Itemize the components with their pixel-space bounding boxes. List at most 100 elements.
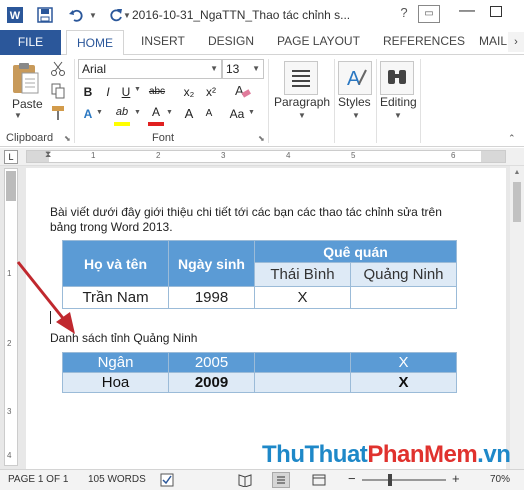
ruler-row: L ⧗ 1 2 3 4 5 6	[0, 148, 524, 166]
vertical-ruler-number: 2	[7, 339, 12, 348]
tab-home[interactable]: HOME	[66, 30, 124, 56]
clear-formatting-icon[interactable]: A	[232, 81, 252, 101]
scroll-thumb[interactable]	[513, 182, 521, 222]
zoom-slider-thumb[interactable]	[388, 474, 392, 486]
header-dob[interactable]: Ngày sinh	[168, 240, 255, 287]
horizontal-ruler[interactable]: ⧗ 1 2 3 4 5 6	[26, 149, 506, 163]
text-effects-dropdown-icon[interactable]: ▼	[96, 109, 103, 116]
binoculars-icon[interactable]	[380, 61, 414, 95]
header-hometown[interactable]: Quê quán	[254, 240, 457, 263]
chevron-down-icon[interactable]: ▼	[252, 60, 260, 78]
tab-scroll-right-icon[interactable]: ›	[508, 32, 524, 52]
cut-icon[interactable]	[50, 61, 66, 77]
help-button[interactable]: ?	[394, 5, 414, 23]
zoom-level[interactable]: 70%	[490, 474, 510, 485]
strikethrough-button[interactable]: abc	[146, 83, 168, 101]
tab-file[interactable]: FILE	[0, 30, 61, 55]
italic-button[interactable]: I	[100, 83, 116, 101]
document-page[interactable]: Bài viết dưới đây giới thiệu chi tiết tớ…	[26, 168, 506, 469]
clipboard-launcher-icon[interactable]: ⬊	[64, 134, 73, 143]
quang-ninh-table[interactable]: Ngân 2005 X Hoa 2009 X	[62, 352, 457, 393]
header-quang-ninh[interactable]: Quảng Ninh	[350, 262, 457, 287]
word-count[interactable]: 105 WORDS	[88, 474, 146, 485]
table-cell[interactable]: 2005	[168, 352, 255, 373]
print-layout-icon[interactable]	[272, 472, 290, 488]
zoom-out-button[interactable]: −	[348, 471, 356, 486]
table-cell[interactable]: 1998	[168, 286, 255, 309]
font-color-swatch	[148, 122, 164, 126]
editing-button[interactable]: Editing	[380, 95, 417, 109]
grow-font-button[interactable]: A	[180, 105, 198, 123]
styles-icon[interactable]: A	[338, 61, 372, 95]
save-icon[interactable]	[34, 5, 56, 25]
bold-button[interactable]: B	[80, 83, 96, 101]
highlight-dropdown-icon[interactable]: ▼	[134, 109, 141, 116]
tab-selector-icon[interactable]: L	[4, 150, 18, 164]
info-table[interactable]: Họ và tên Ngày sinh Quê quán Thái Bình Q…	[62, 240, 457, 309]
table-cell[interactable]: Trần Nam	[62, 286, 169, 309]
read-mode-icon[interactable]	[238, 473, 252, 488]
word-app-icon[interactable]: W	[4, 5, 26, 25]
page-count[interactable]: PAGE 1 OF 1	[8, 474, 68, 485]
font-color-button[interactable]: A	[148, 103, 164, 121]
chevron-down-icon[interactable]: ▼	[210, 60, 218, 78]
tab-page-layout[interactable]: PAGE LAYOUT	[277, 34, 360, 48]
indent-marker-icon[interactable]: ⧗	[45, 149, 51, 160]
change-case-button[interactable]: Aa	[226, 105, 248, 123]
change-case-dropdown-icon[interactable]: ▼	[248, 109, 255, 116]
minimize-button[interactable]: —	[452, 2, 482, 24]
customize-qat-icon[interactable]: ▼	[122, 5, 132, 25]
paste-button[interactable]: Paste	[12, 97, 43, 111]
web-layout-icon[interactable]	[312, 473, 326, 487]
highlight-button[interactable]: ab	[112, 103, 132, 121]
styles-button[interactable]: Styles	[338, 95, 371, 109]
vertical-scrollbar[interactable]: ▲	[510, 166, 524, 469]
editing-dropdown-icon[interactable]: ▼	[394, 111, 402, 120]
paragraph-button[interactable]: Paragraph	[274, 95, 330, 109]
table-cell[interactable]	[254, 352, 351, 373]
paste-dropdown-icon[interactable]: ▼	[14, 111, 22, 120]
proofing-icon[interactable]	[160, 473, 174, 487]
undo-dropdown-icon[interactable]: ▼	[88, 5, 98, 25]
table-cell[interactable]: X	[350, 352, 457, 373]
header-name[interactable]: Họ và tên	[62, 240, 169, 287]
font-launcher-icon[interactable]: ⬊	[258, 134, 267, 143]
paragraph-icon[interactable]	[284, 61, 318, 95]
zoom-in-button[interactable]: +	[452, 471, 460, 486]
header-thai-binh[interactable]: Thái Bình	[254, 262, 351, 287]
collapse-ribbon-icon[interactable]: ⌃	[508, 133, 516, 144]
ribbon-display-options-icon[interactable]: ▭	[418, 5, 440, 23]
font-size-combo[interactable]: 13 ▼	[222, 59, 264, 79]
intro-paragraph[interactable]: Bài viết dưới đây giới thiệu chi tiết tớ…	[50, 205, 470, 235]
paste-icon[interactable]	[8, 61, 44, 97]
underline-dropdown-icon[interactable]: ▼	[134, 86, 141, 93]
copy-icon[interactable]	[50, 83, 66, 99]
subscript-button[interactable]: x₂	[180, 83, 198, 101]
table-cell[interactable]	[350, 286, 457, 309]
table-cell[interactable]	[254, 372, 351, 393]
paragraph-dropdown-icon[interactable]: ▼	[298, 111, 306, 120]
font-name-combo[interactable]: Arial ▼	[78, 59, 222, 79]
undo-icon[interactable]	[66, 5, 86, 25]
text-effects-button[interactable]: A	[80, 105, 96, 123]
caption-paragraph[interactable]: Danh sách tỉnh Quảng Ninh	[50, 331, 197, 345]
underline-button[interactable]: U	[118, 83, 134, 101]
table-cell[interactable]: Ngân	[62, 352, 169, 373]
table-cell[interactable]: X	[254, 286, 351, 309]
styles-dropdown-icon[interactable]: ▼	[352, 111, 360, 120]
table-cell[interactable]: Hoa	[62, 372, 169, 393]
table-cell[interactable]: 2009	[168, 372, 255, 393]
tab-references[interactable]: REFERENCES	[383, 34, 465, 48]
font-color-dropdown-icon[interactable]: ▼	[166, 109, 173, 116]
shrink-font-button[interactable]: A	[200, 105, 218, 123]
tab-mailings[interactable]: MAILI	[479, 34, 509, 48]
maximize-button[interactable]	[490, 6, 502, 17]
tab-design[interactable]: DESIGN	[208, 34, 254, 48]
tab-insert[interactable]: INSERT	[141, 34, 185, 48]
table-cell[interactable]: X	[350, 372, 457, 393]
vertical-ruler[interactable]: 1 2 3 4	[4, 168, 18, 466]
superscript-button[interactable]: x²	[202, 83, 220, 101]
zoom-slider[interactable]	[362, 479, 446, 481]
scroll-up-icon[interactable]: ▲	[510, 166, 524, 180]
format-painter-icon[interactable]	[50, 105, 66, 121]
